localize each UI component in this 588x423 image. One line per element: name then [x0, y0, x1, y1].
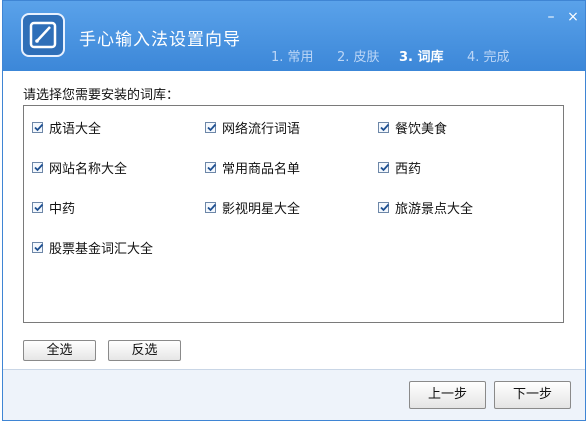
checkmark-icon — [380, 123, 390, 131]
next-button[interactable]: 下一步 — [494, 381, 571, 409]
dictionary-label: 中药 — [49, 201, 76, 217]
step-dictionary: 3. 词库 — [399, 50, 444, 65]
select-all-button[interactable]: 全选 — [23, 340, 96, 361]
checkmark-icon — [34, 123, 44, 131]
previous-button[interactable]: 上一步 — [409, 381, 486, 409]
dictionary-item[interactable]: 餐饮美食 — [378, 118, 448, 137]
checkmark-icon — [34, 243, 44, 251]
dictionary-item[interactable]: 网络流行词语 — [205, 118, 301, 137]
dictionary-label: 股票基金词汇大全 — [49, 241, 154, 257]
checkmark-icon — [207, 203, 217, 211]
checkbox[interactable] — [378, 121, 390, 133]
dictionary-item[interactable]: 中药 — [32, 198, 76, 217]
dictionary-list: 成语大全 网络流行词语 餐饮美食 网站名称大全 常用商品名单 西药 中药 影视明… — [23, 105, 564, 323]
dictionary-label: 网络流行词语 — [222, 121, 301, 137]
setup-wizard-window: 手心输入法设置向导 – × 1. 常用 2. 皮肤 3. 词库 4. 完成 请选… — [2, 0, 586, 421]
title-bar: 手心输入法设置向导 – × 1. 常用 2. 皮肤 3. 词库 4. 完成 — [3, 1, 585, 71]
dictionary-label: 常用商品名单 — [222, 161, 301, 177]
checkmark-icon — [207, 163, 217, 171]
dictionary-label: 网站名称大全 — [49, 161, 128, 177]
checkmark-icon — [207, 123, 217, 131]
checkmark-icon — [380, 163, 390, 171]
dictionary-label: 旅游景点大全 — [395, 201, 474, 217]
dictionary-item[interactable]: 常用商品名单 — [205, 158, 301, 177]
checkbox[interactable] — [205, 121, 217, 133]
step-common: 1. 常用 — [271, 50, 314, 65]
dictionary-prompt: 请选择您需要安装的词库： — [23, 88, 180, 103]
checkbox[interactable] — [32, 201, 44, 213]
invert-selection-button[interactable]: 反选 — [108, 340, 181, 361]
checkbox[interactable] — [205, 161, 217, 173]
checkbox[interactable] — [205, 201, 217, 213]
checkmark-icon — [380, 203, 390, 211]
checkbox[interactable] — [378, 161, 390, 173]
checkbox[interactable] — [32, 161, 44, 173]
checkbox[interactable] — [378, 201, 390, 213]
step-skin: 2. 皮肤 — [337, 50, 380, 65]
checkmark-icon — [34, 203, 44, 211]
checkmark-icon — [34, 163, 44, 171]
dictionary-label: 成语大全 — [49, 121, 102, 137]
dictionary-item[interactable]: 旅游景点大全 — [378, 198, 474, 217]
dictionary-item[interactable]: 股票基金词汇大全 — [32, 238, 154, 257]
dictionary-item[interactable]: 西药 — [378, 158, 422, 177]
checkbox[interactable] — [32, 241, 44, 253]
minimize-button[interactable]: – — [543, 9, 559, 25]
dictionary-label: 餐饮美食 — [395, 121, 448, 137]
dictionary-item[interactable]: 网站名称大全 — [32, 158, 128, 177]
dictionary-item[interactable]: 影视明星大全 — [205, 198, 301, 217]
checkbox[interactable] — [32, 121, 44, 133]
dictionary-label: 影视明星大全 — [222, 201, 301, 217]
step-finish: 4. 完成 — [467, 50, 510, 65]
dictionary-label: 西药 — [395, 161, 422, 177]
close-button[interactable]: × — [565, 9, 581, 25]
footer-bar: 上一步 下一步 — [3, 369, 585, 420]
dictionary-item[interactable]: 成语大全 — [32, 118, 102, 137]
wizard-steps: 1. 常用 2. 皮肤 3. 词库 4. 完成 — [3, 46, 585, 66]
